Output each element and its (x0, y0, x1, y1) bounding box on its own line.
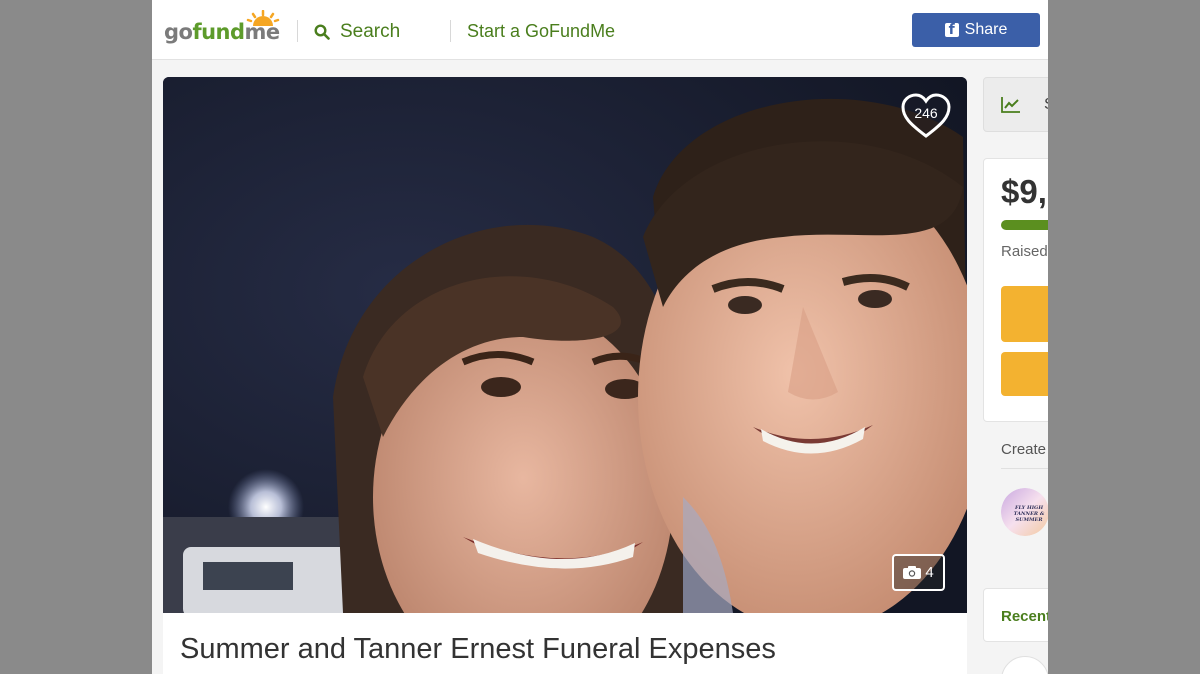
recent-label: Recent (1001, 608, 1048, 625)
campaign-hero-image[interactable]: 246 4 (163, 77, 967, 613)
created-by-label: Create (1001, 441, 1047, 458)
campaign-title: Summer and Tanner Ernest Funeral Expense… (180, 633, 776, 665)
logo-wordmark: gofundme (164, 20, 280, 44)
progress-fill (1001, 220, 1048, 230)
share-button[interactable]: f Share (912, 13, 1040, 47)
logo-go: go (164, 20, 193, 44)
raised-label: Raised (1001, 243, 1048, 260)
start-gofundme-link[interactable]: Start a GoFundMe (467, 21, 615, 42)
heart-button[interactable]: 246 (900, 93, 952, 139)
donate-button[interactable] (1001, 286, 1048, 342)
avatar-text: FLY HIGH TANNER & SUMMER (1013, 505, 1045, 523)
chart-trend-icon (1001, 97, 1020, 113)
amount-raised: $9, (1001, 173, 1047, 210)
header-divider (297, 20, 298, 42)
progress-bar (1001, 220, 1048, 230)
donation-card: $9, Raised (983, 158, 1048, 422)
organizer-avatar[interactable]: FLY HIGH TANNER & SUMMER (1001, 488, 1048, 536)
title-strip: Summer and Tanner Ernest Funeral Expense… (163, 613, 967, 674)
stats-label: S (1044, 96, 1048, 114)
divider (1001, 468, 1048, 469)
camera-icon (903, 566, 922, 579)
stats-tab[interactable]: S (983, 77, 1048, 132)
heart-count: 246 (914, 105, 938, 121)
photo-count: 4 (925, 564, 934, 581)
share-label: Share (964, 21, 1008, 38)
search-icon (314, 24, 330, 40)
header-divider (450, 20, 451, 42)
site-header: gofundme Search Start a GoFundMe f Share (152, 0, 1048, 60)
search-button[interactable]: Search (314, 20, 400, 44)
logo-me: me (244, 20, 281, 44)
logo-fund: fund (192, 20, 245, 44)
gofundme-logo[interactable]: gofundme (164, 10, 282, 46)
photo-gallery-button[interactable]: 4 (892, 554, 945, 591)
hero-photo (163, 77, 967, 613)
recent-donations-card: Recent (983, 588, 1048, 642)
search-label: Search (340, 21, 401, 42)
campaign-page: gofundme Search Start a GoFundMe f Share (152, 0, 1048, 674)
donor-avatar (1001, 656, 1048, 674)
facebook-icon: f (944, 22, 959, 38)
share-campaign-button[interactable] (1001, 352, 1048, 396)
